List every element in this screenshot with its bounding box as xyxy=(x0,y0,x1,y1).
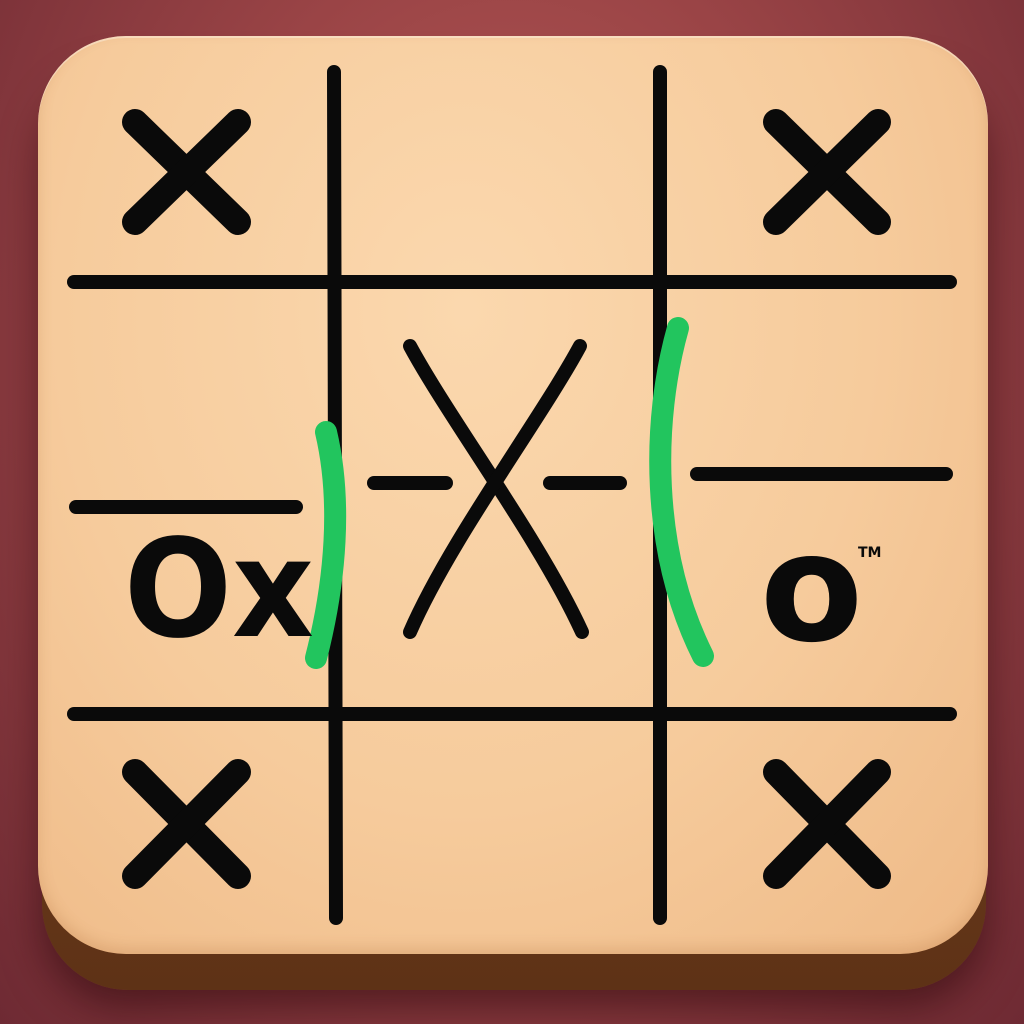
cell-2-2-x-mark[interactable] xyxy=(763,759,891,889)
cell-0-2-x-mark[interactable] xyxy=(763,109,891,235)
cell-0-0-x-mark[interactable] xyxy=(122,109,251,235)
highlight-stroke-left xyxy=(305,421,347,669)
tic-tac-toe-board: Ox o TM xyxy=(67,65,957,925)
left-ox-label: Ox xyxy=(124,511,314,669)
cell-2-0-x-mark[interactable] xyxy=(122,759,251,889)
trademark-mark: TM xyxy=(858,545,881,561)
right-o-label: o xyxy=(760,502,863,676)
